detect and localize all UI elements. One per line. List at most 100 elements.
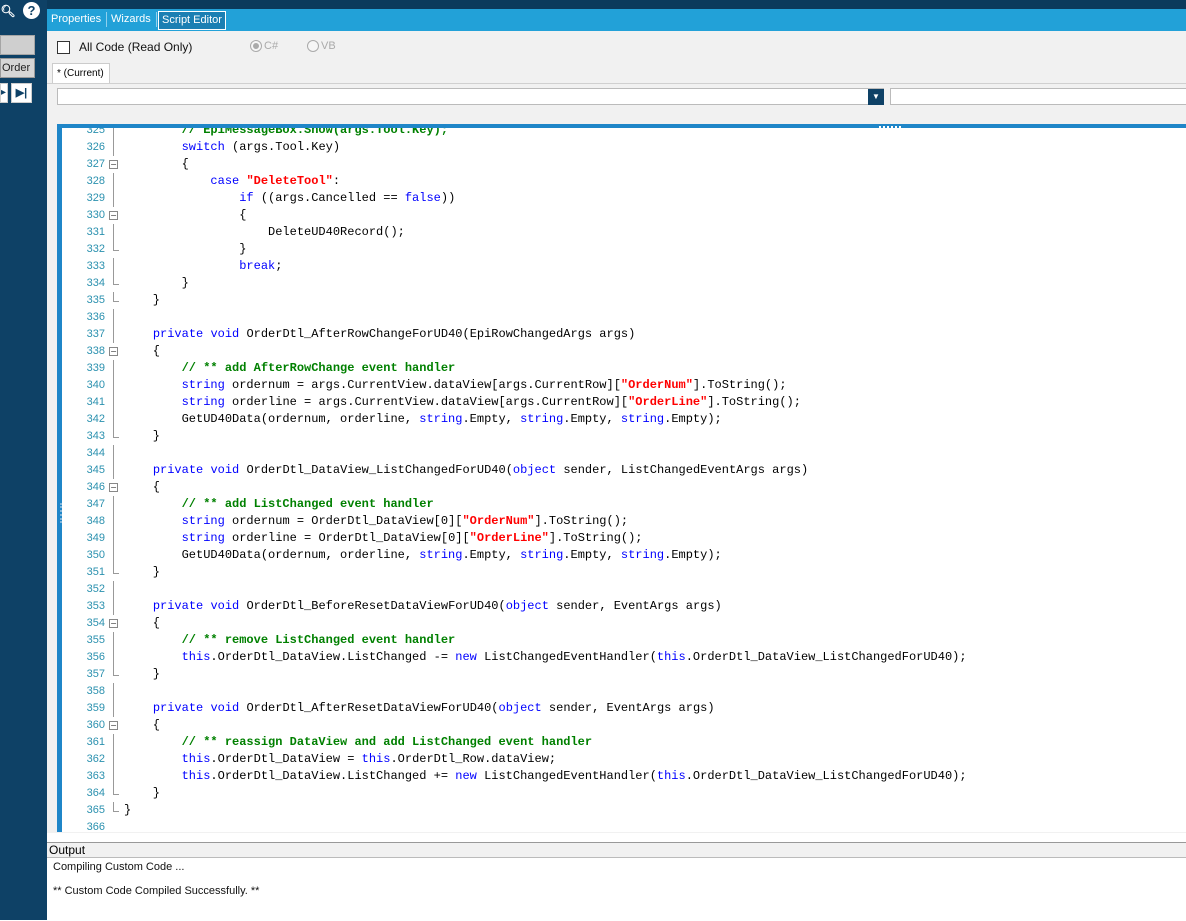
code-token: { [124,157,189,171]
collapse-icon[interactable]: − [109,483,118,492]
csharp-radio[interactable] [250,40,262,52]
code-text: this.OrderDtl_DataView.ListChanged -= ne… [124,649,967,666]
line-number: 354 [86,617,105,629]
code-line[interactable]: 363 this.OrderDtl_DataView.ListChanged +… [62,768,1186,785]
code-token: ordernum = OrderDtl_DataView[0][ [224,514,463,528]
code-line[interactable]: 330− { [62,207,1186,224]
code-line[interactable]: 352 [62,581,1186,598]
code-token: "OrderLine" [469,531,549,545]
left-sidebar: 🔍︎ ? Order ▸ ▶| [0,0,47,920]
code-line[interactable]: 343 } [62,428,1186,445]
collapse-icon[interactable]: − [109,160,118,169]
code-line[interactable]: 339 // ** add AfterRowChange event handl… [62,360,1186,377]
code-line[interactable]: 336 [62,309,1186,326]
code-line[interactable]: 331 DeleteUD40Record(); [62,224,1186,241]
code-line[interactable]: 358 [62,683,1186,700]
collapse-icon[interactable]: − [109,721,118,730]
code-editor[interactable]: 325 // EpiMessageBox.Show(args.Tool.Key)… [57,128,1186,832]
code-line[interactable]: 344 [62,445,1186,462]
tab-divider [156,12,157,27]
code-line[interactable]: 357 } [62,666,1186,683]
code-token: "OrderNum" [620,378,693,392]
code-line[interactable]: 341 string orderline = args.CurrentView.… [62,394,1186,411]
code-token: this [656,769,686,783]
help-icon[interactable]: ? [23,2,40,19]
code-line[interactable]: 327− { [62,156,1186,173]
code-line[interactable]: 347 // ** add ListChanged event handler [62,496,1186,513]
top-window-bar [0,0,1186,9]
line-number: 349 [86,532,105,544]
class-dropdown[interactable] [57,88,884,105]
collapse-icon[interactable]: − [109,347,118,356]
line-number: 333 [86,260,105,272]
tab-current-code[interactable]: * (Current) [52,63,110,84]
code-line[interactable]: 329 if ((args.Cancelled == false)) [62,190,1186,207]
code-line[interactable]: 353 private void OrderDtl_BeforeResetDat… [62,598,1186,615]
member-dropdown[interactable] [890,88,1186,105]
code-token: this [656,650,686,664]
code-line[interactable]: 360− { [62,717,1186,734]
code-line[interactable]: 334 } [62,275,1186,292]
code-line[interactable]: 359 private void OrderDtl_AfterResetData… [62,700,1186,717]
tab-script-editor[interactable]: Script Editor [158,11,226,30]
code-text: // ** add AfterRowChange event handler [124,360,456,377]
code-token: OrderDtl_DataView_ListChangedForUD40( [239,463,513,477]
code-line[interactable]: 338− { [62,343,1186,360]
code-text: // ** reassign DataView and add ListChan… [124,734,592,751]
code-line[interactable]: 365} [62,802,1186,819]
code-text: private void OrderDtl_AfterResetDataView… [124,700,715,717]
code-line[interactable]: 326 switch (args.Tool.Key) [62,139,1186,156]
sidebar-field[interactable] [0,35,35,55]
nav-next-icon[interactable]: ▸ [0,83,8,103]
sidebar-order-field[interactable]: Order [0,58,35,78]
code-line[interactable]: 333 break; [62,258,1186,275]
line-number: 347 [86,498,105,510]
code-line[interactable]: 342 GetUD40Data(ordernum, orderline, str… [62,411,1186,428]
code-line[interactable]: 325 // EpiMessageBox.Show(args.Tool.Key)… [62,128,1186,139]
code-line[interactable]: 351 } [62,564,1186,581]
fold-end-guide [113,802,119,812]
output-pane[interactable]: Compiling Custom Code ... ** Custom Code… [47,857,1186,921]
code-line[interactable]: 346− { [62,479,1186,496]
chevron-down-icon[interactable]: ▼ [868,89,884,105]
code-token: void [210,599,240,613]
code-line[interactable]: 361 // ** reassign DataView and add List… [62,734,1186,751]
vb-radio[interactable] [307,40,319,52]
code-token: } [124,293,161,307]
code-line[interactable]: 335 } [62,292,1186,309]
code-line[interactable]: 349 string orderline = OrderDtl_DataView… [62,530,1186,547]
code-token: .OrderDtl_Row.dataView; [390,752,557,766]
code-token: object [505,599,549,613]
code-line[interactable]: 345 private void OrderDtl_DataView_ListC… [62,462,1186,479]
line-number: 343 [86,430,105,442]
code-line[interactable]: 350 GetUD40Data(ordernum, orderline, str… [62,547,1186,564]
code-token: private [152,599,204,613]
code-line[interactable]: 348 string ordernum = OrderDtl_DataView[… [62,513,1186,530]
code-line[interactable]: 366 [62,819,1186,832]
fold-guide [113,751,114,768]
code-text: } [124,275,189,292]
code-line[interactable]: 340 string ordernum = args.CurrentView.d… [62,377,1186,394]
all-code-label: All Code (Read Only) [79,40,193,54]
code-line[interactable]: 337 private void OrderDtl_AfterRowChange… [62,326,1186,343]
side-splitter-grip[interactable] [60,503,64,523]
code-line[interactable]: 328 case "DeleteTool": [62,173,1186,190]
code-token: OrderDtl_BeforeResetDataViewForUD40( [239,599,506,613]
code-line[interactable]: 364 } [62,785,1186,802]
code-line[interactable]: 355 // ** remove ListChanged event handl… [62,632,1186,649]
code-line[interactable]: 356 this.OrderDtl_DataView.ListChanged -… [62,649,1186,666]
nav-last-icon[interactable]: ▶| [11,83,32,103]
code-line[interactable]: 354− { [62,615,1186,632]
collapse-icon[interactable]: − [109,619,118,628]
tab-wizards[interactable]: Wizards [108,11,154,28]
fold-end-guide [113,666,119,676]
fold-guide [113,462,114,479]
output-line: ** Custom Code Compiled Successfully. ** [53,885,260,897]
code-line[interactable]: 332 } [62,241,1186,258]
tab-properties[interactable]: Properties [48,11,104,28]
search-icon[interactable]: 🔍︎ [0,1,18,21]
collapse-icon[interactable]: − [109,211,118,220]
all-code-checkbox[interactable] [57,41,70,54]
code-line[interactable]: 362 this.OrderDtl_DataView = this.OrderD… [62,751,1186,768]
